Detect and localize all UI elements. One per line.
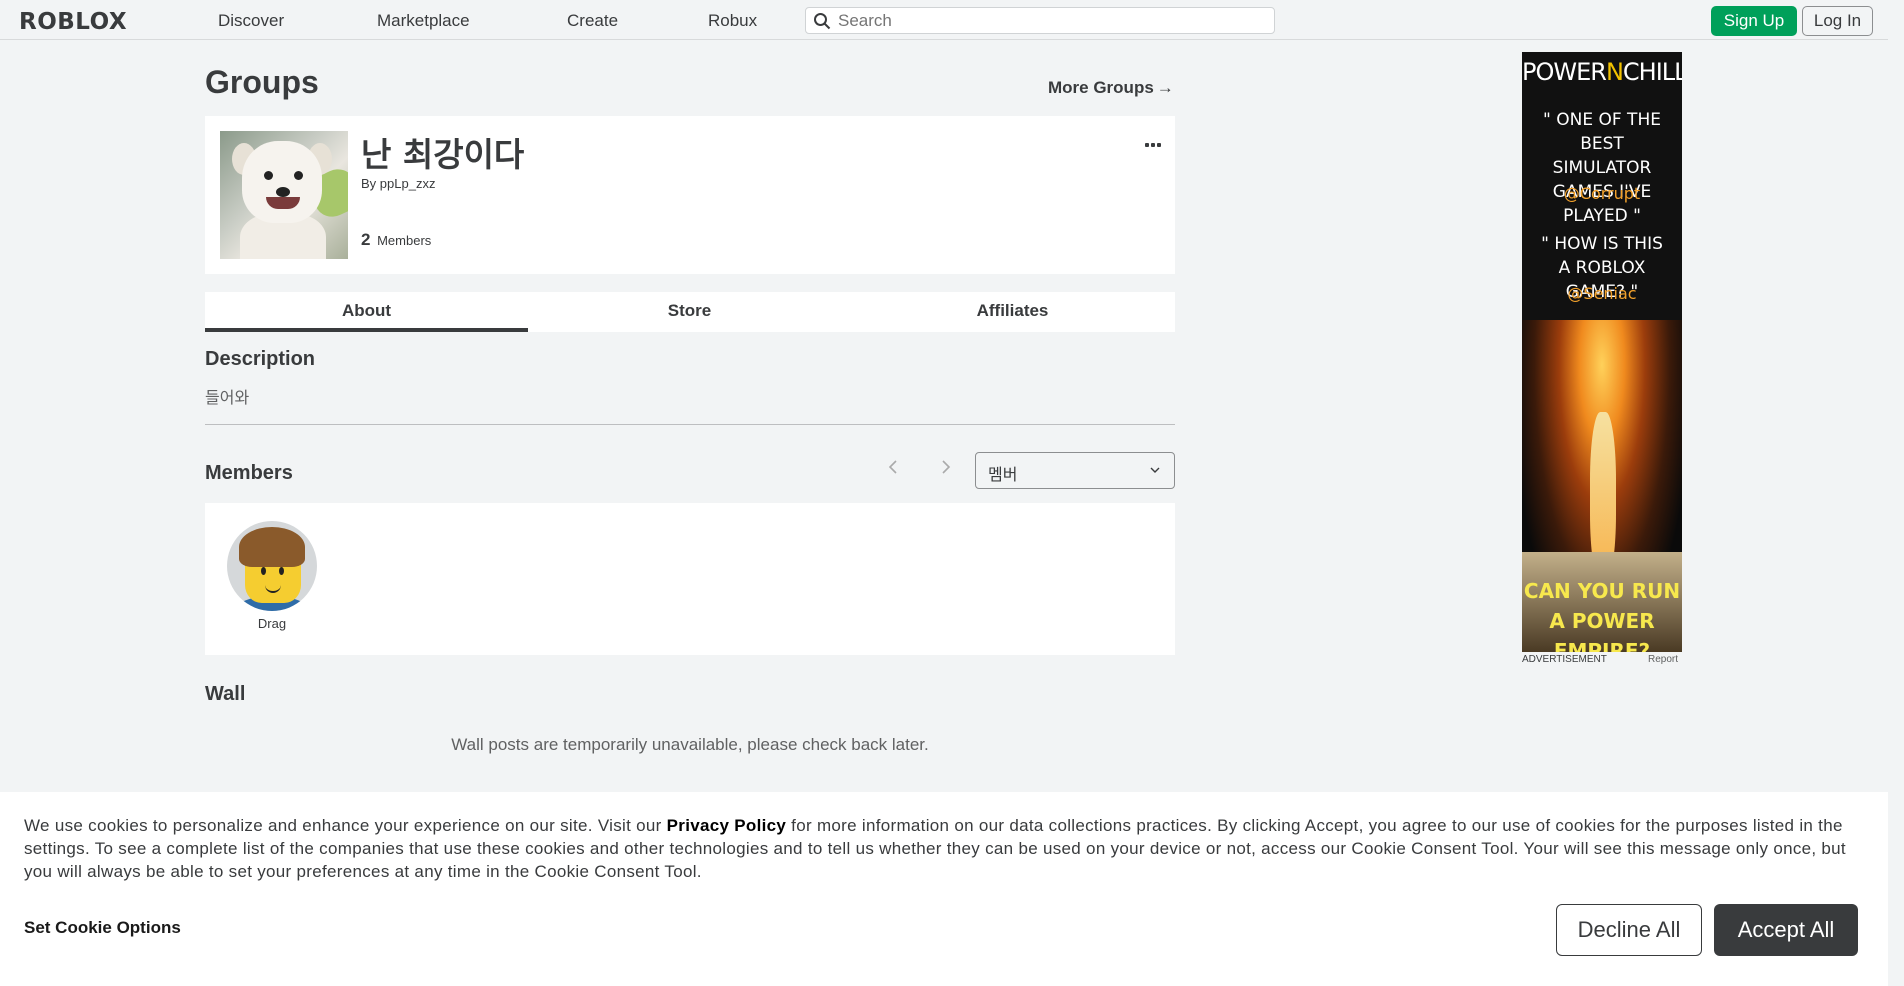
- group-owner-line: By ppLp_zxz: [361, 176, 435, 191]
- member-count-label: Members: [377, 233, 432, 248]
- member-count-number: 2: [361, 230, 371, 249]
- search-icon: [814, 13, 831, 30]
- ad-quote-1: " ONE OF THE BEST SIMULATOR GAMES I'VE P…: [1543, 110, 1661, 226]
- nav-link-discover[interactable]: Discover: [218, 11, 284, 31]
- nav-link-marketplace[interactable]: Marketplace: [377, 11, 470, 31]
- ad-cta: CAN YOU RUN A POWER EMPIRE?: [1523, 579, 1681, 652]
- roblox-logo[interactable]: ROBLOX: [19, 9, 127, 35]
- by-label: By: [361, 176, 377, 191]
- ad-label: ADVERTISEMENT: [1522, 654, 1607, 665]
- divider: [205, 424, 1175, 425]
- ad-brand: POWERNCHILL: [1522, 58, 1682, 86]
- description-text: 들어와: [205, 388, 250, 407]
- ad-report-link[interactable]: Report: [1648, 654, 1678, 665]
- wall-message: Wall posts are temporarily unavailable, …: [451, 735, 929, 754]
- sign-up-button[interactable]: Sign Up: [1711, 6, 1797, 36]
- member-count: 2 Members: [361, 230, 431, 250]
- tab-store[interactable]: Store: [528, 292, 851, 332]
- arrow-right-icon: →: [1156, 78, 1174, 97]
- more-groups-link[interactable]: More Groups →: [1048, 78, 1174, 98]
- previous-page-icon[interactable]: [887, 458, 899, 481]
- cookie-message: We use cookies to personalize and enhanc…: [24, 816, 1846, 881]
- group-tabs: About Store Affiliates: [205, 292, 1175, 332]
- members-list: Drag: [205, 503, 1175, 655]
- accept-all-button[interactable]: Accept All: [1714, 904, 1858, 956]
- top-nav: ROBLOX Discover Marketplace Create Robux…: [0, 0, 1904, 40]
- tab-affiliates[interactable]: Affiliates: [851, 292, 1174, 332]
- cookie-banner: We use cookies to personalize and enhanc…: [0, 792, 1888, 986]
- group-name: 난 최강이다: [361, 135, 525, 174]
- role-select[interactable]: 멤버: [975, 452, 1175, 489]
- ad-handle-1: @Corrupt: [1563, 184, 1641, 203]
- search-input[interactable]: [838, 10, 1258, 32]
- set-cookie-options-link[interactable]: Set Cookie Options: [24, 918, 181, 938]
- more-options-icon[interactable]: [1145, 134, 1163, 147]
- group-owner-link[interactable]: ppLp_zxz: [380, 176, 436, 191]
- description-title: Description: [205, 348, 316, 370]
- nav-link-robux[interactable]: Robux: [708, 11, 757, 31]
- advertisement-banner[interactable]: POWERNCHILL " ONE OF THE BEST SIMULATOR …: [1522, 52, 1682, 652]
- wall-title: Wall: [205, 683, 246, 705]
- page-title: Groups: [205, 64, 319, 100]
- page-scrollbar[interactable]: [1888, 0, 1904, 986]
- group-emblem-image: [220, 131, 348, 259]
- privacy-policy-link[interactable]: Privacy Policy: [667, 816, 787, 835]
- group-header-card: 난 최강이다 By ppLp_zxz 2 Members: [205, 116, 1175, 274]
- search-box[interactable]: [805, 7, 1275, 34]
- chevron-down-icon: [1150, 467, 1160, 473]
- member-avatar[interactable]: [227, 521, 317, 611]
- tab-about[interactable]: About: [205, 292, 528, 332]
- log-in-button[interactable]: Log In: [1802, 6, 1873, 36]
- next-page-icon[interactable]: [940, 458, 952, 481]
- more-groups-label: More Groups: [1048, 78, 1154, 97]
- decline-all-button[interactable]: Decline All: [1556, 904, 1702, 956]
- nav-link-create[interactable]: Create: [567, 11, 618, 31]
- ad-handle-2: @Seniac: [1567, 284, 1637, 303]
- member-name[interactable]: Drag: [227, 616, 317, 631]
- role-select-value: 멤버: [988, 465, 1018, 484]
- members-title: Members: [205, 462, 293, 484]
